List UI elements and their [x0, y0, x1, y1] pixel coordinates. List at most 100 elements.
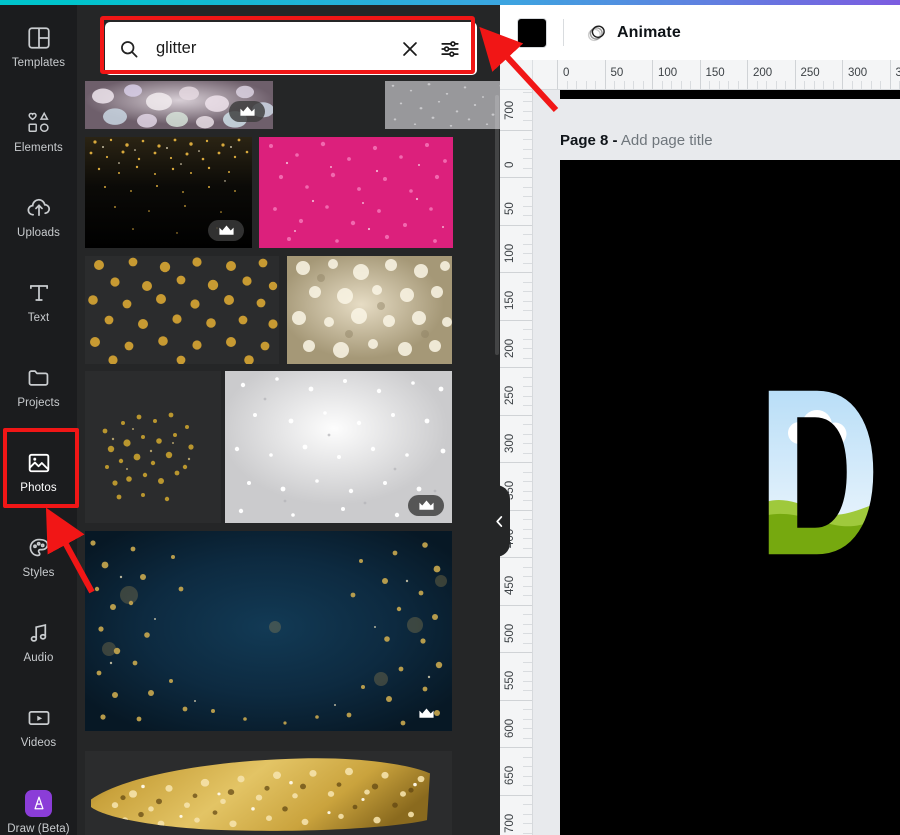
ruler-subtick [523, 215, 532, 216]
ruler-tick-label: 50 [504, 202, 516, 215]
ruler-subtick [523, 481, 532, 482]
elements-icon [26, 110, 52, 136]
photo-result-tile[interactable] [385, 81, 500, 129]
ruler-tick [889, 60, 891, 89]
ruler-tick [500, 367, 532, 368]
ruler-subtick [523, 642, 532, 644]
ruler-subtick [523, 205, 532, 207]
sliders-filter-icon[interactable] [437, 36, 463, 62]
ruler-subtick [523, 91, 532, 93]
photos-icon [26, 450, 52, 476]
ruler-tick [500, 747, 532, 748]
ruler-subtick [642, 81, 644, 89]
ruler-subtick [523, 101, 532, 102]
ruler-subtick [566, 81, 568, 89]
sidebar-item-audio[interactable]: Audio [0, 600, 77, 685]
letter-d-artwork [755, 385, 877, 560]
photo-result-tile[interactable] [85, 137, 252, 248]
page-title-row[interactable]: Page 8 - Add page title [560, 132, 713, 149]
ruler-subtick [775, 81, 777, 89]
page-title-placeholder[interactable]: Add page title [621, 132, 713, 149]
ruler-subtick [523, 395, 532, 397]
ruler-tick [500, 319, 532, 321]
photo-result-tile[interactable] [85, 531, 452, 731]
ruler-subtick [523, 357, 532, 359]
ruler-subtick [523, 110, 532, 112]
ruler-subtick [523, 566, 532, 568]
photo-thumbnail [385, 81, 500, 129]
ruler-subtick [614, 81, 615, 89]
chevron-left-icon [495, 515, 502, 527]
ruler-subtick [766, 81, 767, 89]
photo-result-tile[interactable] [85, 371, 221, 523]
ruler-subtick [737, 81, 739, 89]
ruler-subtick [861, 81, 862, 89]
page-canvas[interactable] [560, 160, 900, 835]
sidebar-item-photos[interactable]: Photos [0, 430, 77, 515]
ruler-subtick [523, 785, 532, 786]
ruler-tick [500, 224, 532, 226]
ruler-subtick [523, 338, 532, 340]
premium-crown-badge [408, 495, 444, 516]
animate-button[interactable]: Animate [580, 18, 687, 48]
ruler-subtick [785, 81, 786, 89]
letter-element[interactable] [755, 385, 883, 560]
ruler-subtick [523, 262, 532, 264]
ruler-subtick [523, 576, 532, 577]
panel-scrollbar[interactable] [495, 95, 499, 355]
ruler-subtick [523, 500, 532, 501]
sidebar-item-elements[interactable]: Elements [0, 90, 77, 175]
ruler-tick [699, 60, 701, 89]
canvas-scroll-area[interactable]: Page 8 - Add page title [534, 90, 900, 835]
photo-result-tile[interactable] [259, 137, 453, 248]
ruler-subtick [523, 186, 532, 188]
ruler-subtick [523, 775, 532, 777]
sidebar-item-text[interactable]: Text [0, 260, 77, 345]
photo-result-tile[interactable] [85, 81, 273, 129]
ruler-subtick [671, 81, 672, 89]
editor-area: Animate 0 50 100 150 200 250 300 35 700 0 50 100 15… [500, 5, 900, 835]
ruler-tick [500, 462, 532, 463]
photo-result-tile[interactable] [225, 371, 452, 523]
ruler-subtick [523, 424, 532, 425]
sidebar-item-uploads[interactable]: Uploads [0, 175, 77, 260]
ruler-tick-label: 250 [504, 385, 516, 405]
photo-result-tile[interactable] [85, 751, 452, 835]
photo-thumbnail [85, 531, 452, 731]
left-sidebar-rail: Templates Elements Uploads Text Projects… [0, 5, 77, 835]
clear-search-button[interactable] [397, 36, 423, 62]
ruler-tick [500, 177, 532, 178]
ruler-subtick [523, 386, 532, 387]
ruler-subtick [523, 253, 532, 254]
photo-results-grid [77, 81, 500, 835]
ruler-subtick [870, 81, 872, 89]
ruler-tick [500, 272, 532, 273]
sidebar-label: Videos [20, 737, 57, 750]
sidebar-item-styles[interactable]: Styles [0, 515, 77, 600]
ruler-tick [500, 794, 532, 796]
ruler-subtick [756, 81, 758, 89]
sidebar-item-videos[interactable]: Videos [0, 685, 77, 770]
ruler-subtick [523, 661, 532, 663]
ruler-subtick [523, 291, 532, 292]
animate-label: Animate [617, 23, 681, 41]
sidebar-item-templates[interactable]: Templates [0, 5, 77, 90]
ruler-tick [500, 604, 532, 606]
photo-result-tile[interactable] [85, 256, 279, 364]
horizontal-ruler[interactable]: 0 50 100 150 200 250 300 35 [533, 60, 900, 90]
ruler-subtick [623, 81, 625, 89]
ruler-tick-label: 500 [504, 623, 516, 643]
ruler-subtick [523, 766, 532, 767]
sidebar-item-draw-beta[interactable]: Draw (Beta) [0, 770, 77, 835]
toolbar-divider [563, 19, 564, 46]
search-input[interactable] [156, 39, 397, 58]
collapse-panel-button[interactable] [488, 485, 510, 557]
search-box[interactable] [105, 22, 477, 75]
ruler-subtick [523, 633, 532, 634]
vertical-ruler[interactable]: 700 0 50 100 150 200 250 300 350 400 450 500 550 600 6… [500, 90, 533, 835]
sidebar-item-projects[interactable]: Projects [0, 345, 77, 430]
sidebar-label: Templates [11, 57, 66, 70]
photo-result-tile[interactable] [287, 256, 452, 364]
ruler-subtick [680, 81, 682, 89]
color-swatch-button[interactable] [517, 17, 547, 48]
